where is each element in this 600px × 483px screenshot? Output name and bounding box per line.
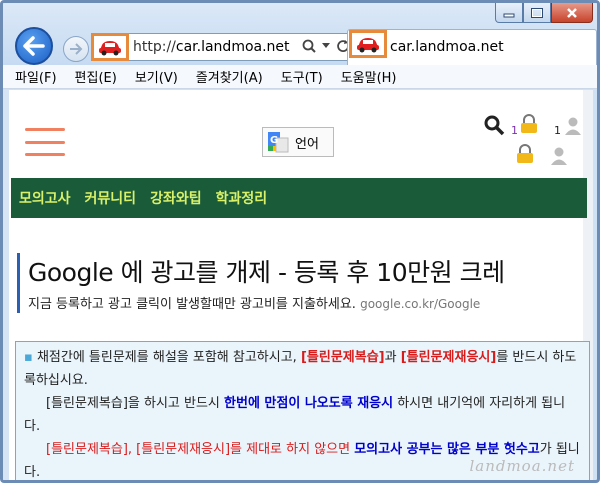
member-count: 1 xyxy=(554,124,561,137)
search-icon[interactable] xyxy=(483,114,505,136)
address-bar[interactable]: http://car.landmoa.net xyxy=(91,32,355,61)
red-car-icon xyxy=(357,38,379,53)
address-bar-actions xyxy=(302,39,350,53)
chevron-down-icon[interactable] xyxy=(322,43,330,49)
hamburger-bar xyxy=(25,128,65,131)
google-translate-icon: G xyxy=(268,132,289,153)
user-status-area: 1 1 xyxy=(483,114,589,174)
notice-paragraph-2: [틀린문제복습]을 하시고 반드시 한번에 만점이 나오도록 재응시 하시면 내… xyxy=(24,392,581,438)
tab-title: car.landmoa.net xyxy=(390,39,504,55)
hamburger-menu-icon[interactable] xyxy=(25,128,65,156)
notice-warning: [틀린문제복습], [틀린문제재응시]를 제대로 하지 않으면 xyxy=(46,442,355,457)
lock-icon xyxy=(521,114,537,133)
ad-source[interactable]: google.co.kr/Google xyxy=(360,297,480,311)
arrow-right-icon xyxy=(70,43,83,55)
lock-icon xyxy=(517,144,533,163)
tab-active[interactable]: car.landmoa.net xyxy=(347,29,597,65)
arrow-left-icon xyxy=(23,36,45,56)
nav-community[interactable]: 커뮤니티 xyxy=(85,188,137,208)
nav-mock-exam[interactable]: 모의고사 xyxy=(19,188,71,208)
page-content: G 언어 1 1 모의고사 커뮤니티 강좌와팁 학과정리 Google 에 광고… xyxy=(3,90,593,480)
watermark: landmoa.net xyxy=(469,457,575,475)
menu-help[interactable]: 도움말(H) xyxy=(341,67,397,86)
notice-highlight: [틀린문제복습] xyxy=(300,350,385,365)
close-button[interactable] xyxy=(551,3,593,23)
close-icon xyxy=(567,7,577,18)
site-favicon-highlight xyxy=(91,32,129,61)
minimize-icon xyxy=(503,13,515,17)
page-left-border xyxy=(3,90,9,480)
online-count: 1 xyxy=(511,124,518,137)
red-car-icon xyxy=(99,40,121,55)
nav-lectures-tips[interactable]: 강좌와팁 xyxy=(150,188,202,208)
minimize-button[interactable] xyxy=(495,3,523,23)
hamburger-bar xyxy=(25,153,65,156)
window-controls xyxy=(495,3,593,23)
ad-title[interactable]: Google 에 광고를 개제 - 등록 후 10만원 크레 xyxy=(28,253,593,289)
notice-emphasis: 한번에 만점이 나오도록 재응시 xyxy=(224,396,394,411)
url-text: http://car.landmoa.net xyxy=(133,39,290,55)
maximize-button[interactable] xyxy=(523,3,551,23)
menu-tools[interactable]: 도구(T) xyxy=(281,67,323,86)
forward-button[interactable] xyxy=(63,36,89,62)
tab-favicon-highlight xyxy=(349,30,387,58)
language-button[interactable]: G 언어 xyxy=(262,127,334,157)
menu-file[interactable]: 파일(F) xyxy=(15,67,57,86)
title-bar: http://car.landmoa.net car.landmoa.net xyxy=(3,3,597,65)
notice-highlight: [틀린문제재응시] xyxy=(400,350,497,365)
ad-desc-text: 지금 등록하고 광고 클릭이 발생할때만 광고비를 지출하세요. xyxy=(28,297,356,312)
site-nav: 모의고사 커뮤니티 강좌와팁 학과정리 xyxy=(11,178,587,218)
notice-text: 채점간에 틀린문제를 해설을 포함해 참고하시고, xyxy=(36,350,301,365)
nav-subjects[interactable]: 학과정리 xyxy=(216,188,268,208)
notice-text: 과 xyxy=(384,350,401,365)
menu-bar: 파일(F) 편집(E) 보기(V) 즐겨찾기(A) 도구(T) 도움말(H) xyxy=(3,65,597,89)
menu-view[interactable]: 보기(V) xyxy=(135,67,178,86)
ad-description: 지금 등록하고 광고 클릭이 발생할때만 광고비를 지출하세요. google.… xyxy=(28,293,593,312)
notice-box: ▪ 채점간에 틀린문제를 해설을 포함해 참고하시고, [틀린문제복습]과 [틀… xyxy=(15,341,590,480)
svg-text:G: G xyxy=(270,135,278,146)
user-icon xyxy=(551,147,567,165)
maximize-icon xyxy=(531,7,543,18)
user-icon xyxy=(565,117,581,135)
url-host: car.landmoa.net xyxy=(175,39,290,55)
menu-favorites[interactable]: 즐겨찾기(A) xyxy=(196,67,263,86)
back-button[interactable] xyxy=(15,27,53,65)
notice-paragraph-1: ▪ 채점간에 틀린문제를 해설을 포함해 참고하시고, [틀린문제복습]과 [틀… xyxy=(24,346,581,392)
bullet-icon: ▪ xyxy=(24,350,37,365)
google-ad[interactable]: Google 에 광고를 개제 - 등록 후 10만원 크레 지금 등록하고 광… xyxy=(17,253,593,313)
menu-edit[interactable]: 편집(E) xyxy=(75,67,117,86)
notice-text: [틀린문제복습]을 하시고 반드시 xyxy=(46,396,225,411)
browser-window: http://car.landmoa.net car.landmoa.net 파… xyxy=(0,0,600,483)
url-prefix: http:// xyxy=(133,39,176,55)
search-icon[interactable] xyxy=(302,39,316,53)
hamburger-bar xyxy=(25,140,65,144)
language-label: 언어 xyxy=(295,136,319,152)
